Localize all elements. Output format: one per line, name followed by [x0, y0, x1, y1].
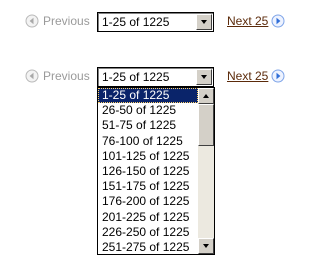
chevron-down-icon	[203, 244, 209, 248]
next-link[interactable]: Next 25	[227, 69, 268, 83]
previous-arrow-icon	[25, 14, 39, 28]
page-range-option[interactable]: 176-200 of 1225	[98, 194, 198, 209]
scroll-down-button[interactable]	[198, 238, 214, 254]
page-range-select[interactable]: 1-25 of 1225	[97, 12, 214, 32]
dropdown-button[interactable]	[196, 14, 212, 30]
previous-link: Previous	[43, 69, 90, 83]
chevron-down-icon	[201, 75, 207, 79]
page-range-select-value: 1-25 of 1225	[102, 70, 170, 84]
page-range-dropdown-list: 1-25 of 1225 26-50 of 1225 51-75 of 1225…	[97, 87, 215, 255]
page-range-option[interactable]: 226-250 of 1225	[98, 225, 198, 240]
page-range-select[interactable]: 1-25 of 1225	[97, 67, 214, 87]
previous-arrow-icon	[25, 69, 39, 83]
page-range-option[interactable]: 26-50 of 1225	[98, 103, 198, 118]
pager-top: Previous 1-25 of 1225 Next 25	[0, 11, 297, 33]
page-range-option[interactable]: 51-75 of 1225	[98, 118, 198, 133]
scrollbar-thumb[interactable]	[198, 104, 214, 146]
page-range-option[interactable]: 76-100 of 1225	[98, 134, 198, 149]
dropdown-scrollbar[interactable]	[198, 88, 214, 254]
dropdown-button[interactable]	[196, 69, 212, 85]
chevron-down-icon	[201, 20, 207, 24]
pager-bottom: Previous 1-25 of 1225 Next 25	[0, 66, 297, 88]
page-range-option[interactable]: 201-225 of 1225	[98, 210, 198, 225]
page-range-option[interactable]: 1-25 of 1225	[98, 88, 198, 104]
page-range-option[interactable]: 126-150 of 1225	[98, 164, 198, 179]
previous-link: Previous	[43, 14, 90, 28]
next-arrow-icon[interactable]	[271, 14, 285, 28]
scroll-up-button[interactable]	[198, 88, 214, 104]
page-range-option[interactable]: 101-125 of 1225	[98, 149, 198, 164]
page-range-options: 1-25 of 1225 26-50 of 1225 51-75 of 1225…	[98, 88, 198, 255]
next-arrow-icon[interactable]	[271, 69, 285, 83]
page-range-option[interactable]: 251-275 of 1225	[98, 240, 198, 255]
next-link[interactable]: Next 25	[227, 14, 268, 28]
page-range-option[interactable]: 151-175 of 1225	[98, 179, 198, 194]
chevron-up-icon	[203, 94, 209, 98]
page-range-select-value: 1-25 of 1225	[102, 15, 170, 29]
